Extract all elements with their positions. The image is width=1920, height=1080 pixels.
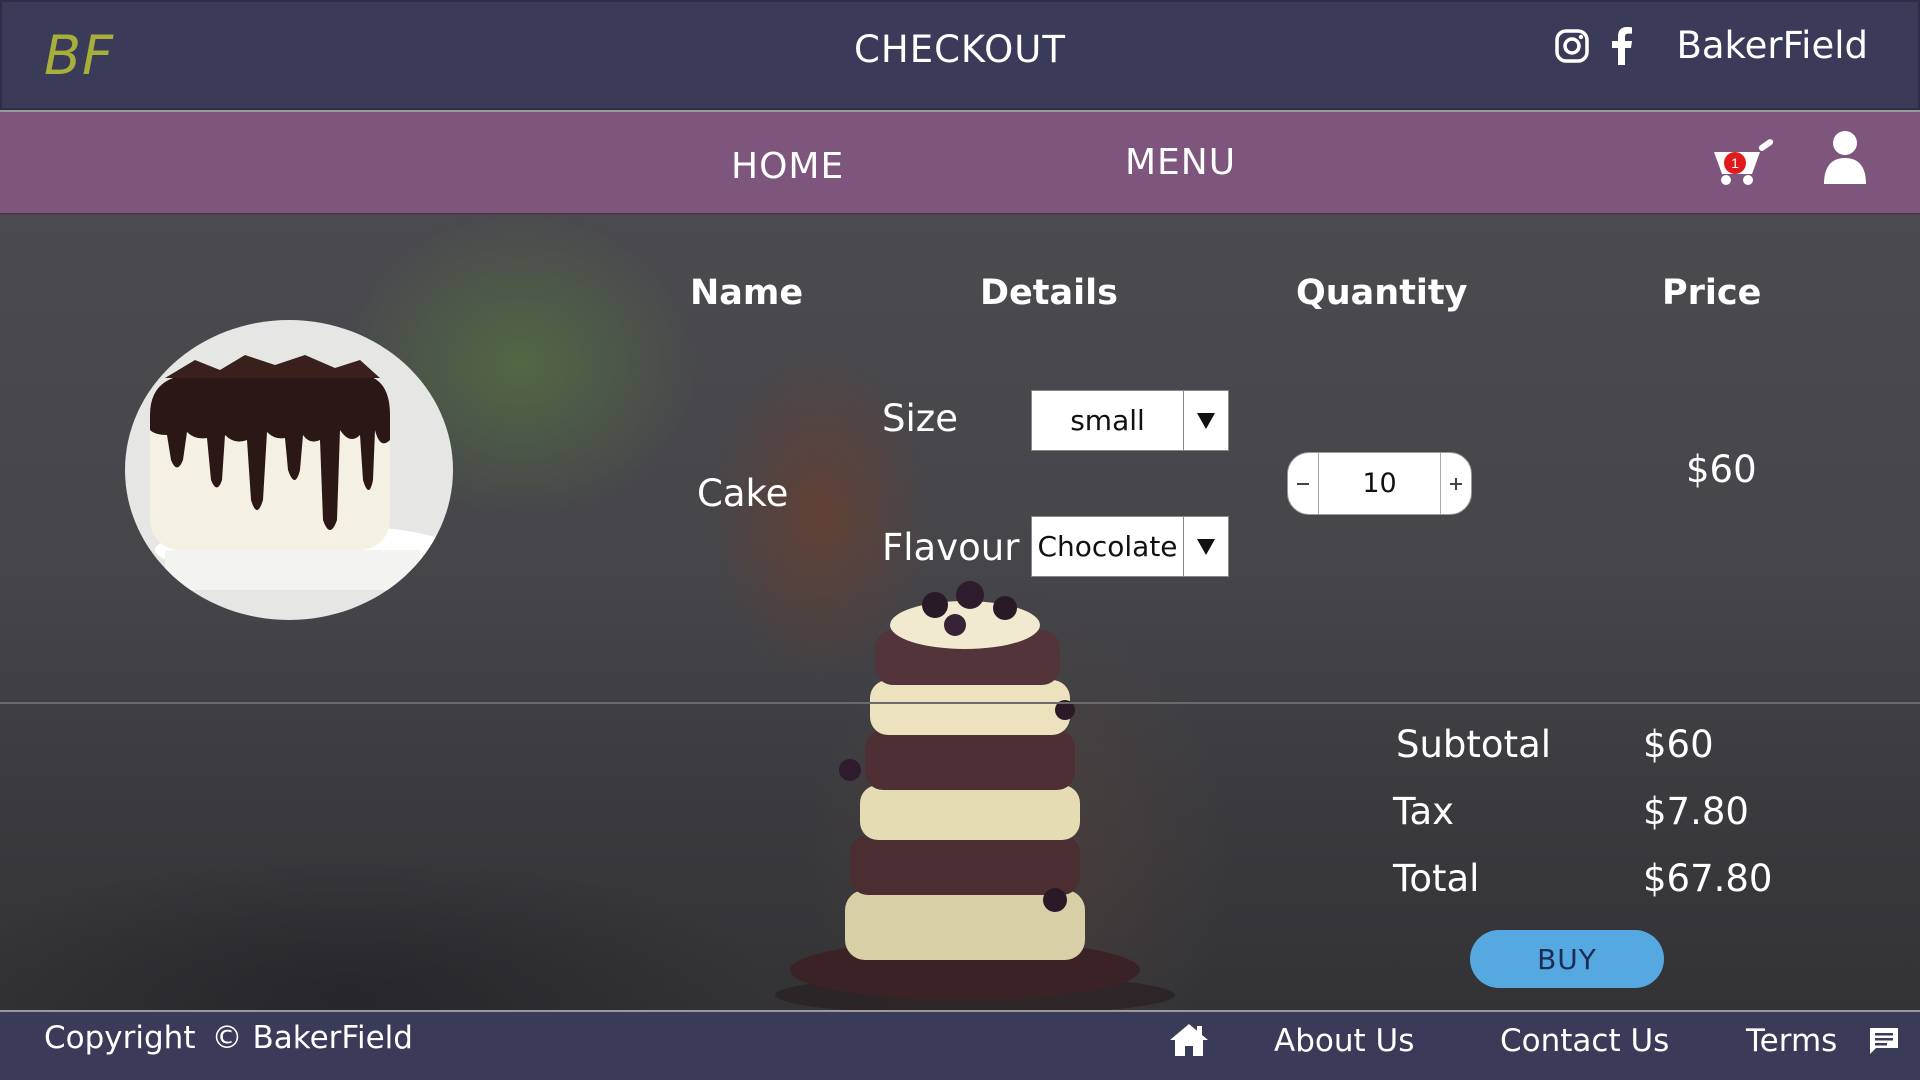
buy-button[interactable]: BUY <box>1470 930 1664 988</box>
instagram-icon[interactable] <box>1554 28 1590 64</box>
brand-name: BakerField <box>1676 24 1868 67</box>
facebook-icon[interactable] <box>1608 26 1634 65</box>
copyright-owner: BakerField <box>252 1020 413 1056</box>
copyright-text: Copyright <box>44 1020 196 1056</box>
cart-badge: 1 <box>1724 152 1746 174</box>
footer-about-link[interactable]: About Us <box>1274 1023 1414 1059</box>
total-label: Total <box>1393 857 1480 900</box>
column-header-details: Details <box>980 273 1118 313</box>
top-header: BF CHECKOUT BakerField <box>0 0 1920 110</box>
column-header-price: Price <box>1662 273 1762 313</box>
chevron-down-icon[interactable] <box>1183 517 1228 576</box>
footer: Copyright © BakerField About Us Contact … <box>0 1010 1920 1080</box>
chat-icon[interactable] <box>1868 1026 1900 1060</box>
size-select-value: small <box>1070 404 1145 437</box>
size-select[interactable]: small <box>1031 390 1229 451</box>
copyright-symbol: © <box>211 1020 243 1056</box>
subtotal-label: Subtotal <box>1396 723 1552 766</box>
user-icon <box>1824 131 1866 184</box>
column-header-name: Name <box>690 273 804 313</box>
nav-bar: HOME MENU 1 <box>0 110 1920 215</box>
social-links: BakerField <box>1554 24 1868 67</box>
column-header-quantity: Quantity <box>1296 273 1468 313</box>
nav-home-link[interactable]: HOME <box>731 146 844 187</box>
size-label: Size <box>882 397 958 440</box>
cake-product-image <box>125 320 453 620</box>
item-name: Cake <box>697 472 789 515</box>
flavour-label: Flavour <box>882 526 1020 569</box>
nav-menu-link[interactable]: MENU <box>1125 142 1236 183</box>
background-cake-image <box>775 581 1175 1010</box>
quantity-decrement-button[interactable] <box>1288 453 1319 514</box>
minus-icon <box>1297 482 1309 485</box>
home-icon[interactable] <box>1168 1022 1210 1062</box>
quantity-stepper: 10 <box>1287 452 1472 515</box>
total-value: $67.80 <box>1643 857 1773 900</box>
quantity-value[interactable]: 10 <box>1319 468 1440 499</box>
section-divider <box>0 702 1920 704</box>
subtotal-value: $60 <box>1643 723 1714 766</box>
tax-label: Tax <box>1393 790 1455 833</box>
footer-contact-link[interactable]: Contact Us <box>1500 1023 1669 1059</box>
footer-terms-link[interactable]: Terms <box>1746 1023 1837 1059</box>
item-price: $60 <box>1686 448 1757 491</box>
flavour-select[interactable]: Chocolate <box>1031 516 1229 577</box>
user-button[interactable] <box>1822 130 1868 190</box>
tax-value: $7.80 <box>1643 790 1749 833</box>
chevron-down-icon[interactable] <box>1183 391 1228 450</box>
flavour-select-value: Chocolate <box>1037 530 1178 563</box>
cart-button[interactable]: 1 <box>1710 138 1776 192</box>
quantity-increment-button[interactable] <box>1440 453 1471 514</box>
checkout-main: Name Details Quantity Price Cake Size sm… <box>0 215 1920 1010</box>
plus-icon <box>1450 477 1462 490</box>
copyright: Copyright © BakerField <box>44 1020 413 1056</box>
